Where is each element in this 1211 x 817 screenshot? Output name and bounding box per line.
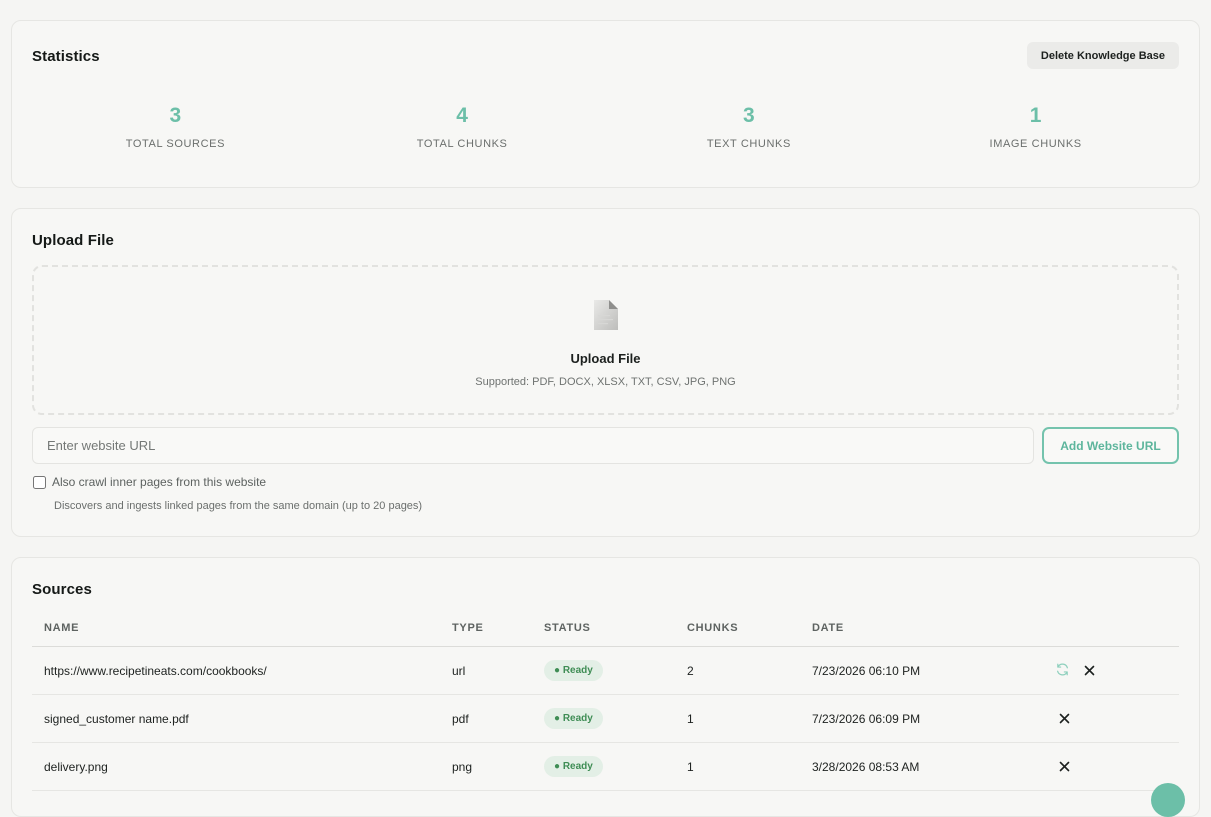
stats-row: 3 TOTAL SOURCES 4 TOTAL CHUNKS 3 TEXT CH… <box>32 103 1179 150</box>
statistics-title: Statistics <box>32 48 100 65</box>
source-name: delivery.png <box>44 759 108 774</box>
row-actions <box>1034 647 1179 694</box>
sources-table: NAME TYPE STATUS CHUNKS DATE https://www… <box>32 616 1179 791</box>
statistics-card: Statistics Delete Knowledge Base 3 TOTAL… <box>11 20 1200 188</box>
column-header-type: TYPE <box>452 622 484 634</box>
table-header: NAME TYPE STATUS CHUNKS DATE <box>32 616 1179 647</box>
floating-action-button[interactable] <box>1151 783 1185 817</box>
column-header-status: STATUS <box>544 622 591 634</box>
stat-image-chunks: 1 IMAGE CHUNKS <box>892 103 1179 150</box>
table-row: signed_customer name.pdf pdf ● Ready 1 7… <box>32 695 1179 743</box>
column-header-name: NAME <box>44 622 80 634</box>
source-type: url <box>452 663 466 678</box>
table-row: https://www.recipetineats.com/cookbooks/… <box>32 647 1179 695</box>
status-badge: ● Ready <box>544 708 603 729</box>
add-website-url-button[interactable]: Add Website URL <box>1042 427 1179 464</box>
stat-label: TOTAL CHUNKS <box>416 138 508 150</box>
source-type: pdf <box>452 711 469 726</box>
file-icon <box>593 300 618 330</box>
delete-icon[interactable] <box>1059 713 1070 724</box>
source-date: 7/23/2026 06:09 PM <box>812 711 921 726</box>
delete-icon[interactable] <box>1084 665 1095 676</box>
status-cell: ● Ready <box>544 708 687 729</box>
stat-text-chunks: 3 TEXT CHUNKS <box>606 103 893 150</box>
column-header-chunks: CHUNKS <box>687 622 739 634</box>
source-date: 3/28/2026 08:53 AM <box>812 759 920 774</box>
source-name: https://www.recipetineats.com/cookbooks/ <box>44 663 267 678</box>
status-badge: ● Ready <box>544 660 603 681</box>
crawl-label: Also crawl inner pages from this website <box>52 475 267 489</box>
source-chunks: 2 <box>687 663 694 678</box>
stat-label: TEXT CHUNKS <box>706 138 791 150</box>
stat-label: IMAGE CHUNKS <box>989 138 1082 150</box>
delete-knowledge-base-button[interactable]: Delete Knowledge Base <box>1026 42 1179 69</box>
stat-total-sources: 3 TOTAL SOURCES <box>32 103 319 150</box>
supported-formats: Supported: PDF, DOCX, XLSX, TXT, CSV, JP… <box>475 376 736 388</box>
status-badge: ● Ready <box>544 756 603 777</box>
crawl-inner-pages-checkbox[interactable] <box>33 475 46 489</box>
source-date: 7/23/2026 06:10 PM <box>812 663 921 678</box>
column-header-date: DATE <box>812 622 844 634</box>
table-row: delivery.png png ● Ready 1 3/28/2026 08:… <box>32 743 1179 791</box>
source-chunks: 1 <box>687 711 694 726</box>
source-type: png <box>452 759 473 774</box>
stat-value: 4 <box>456 104 468 127</box>
row-actions <box>1034 695 1179 742</box>
stat-value: 1 <box>1029 104 1042 127</box>
status-cell: ● Ready <box>544 756 687 777</box>
status-cell: ● Ready <box>544 660 687 681</box>
dropzone-title: Upload File <box>570 351 641 366</box>
crawl-help-text: Discovers and ingests linked pages from … <box>54 500 423 512</box>
stat-total-chunks: 4 TOTAL CHUNKS <box>319 103 606 150</box>
file-dropzone[interactable]: Upload File Supported: PDF, DOCX, XLSX, … <box>32 265 1179 415</box>
sources-title: Sources <box>32 581 92 598</box>
stat-value: 3 <box>743 104 755 127</box>
source-name: signed_customer name.pdf <box>44 711 189 726</box>
website-url-input[interactable] <box>32 427 1034 464</box>
stat-label: TOTAL SOURCES <box>125 138 226 150</box>
crawl-option[interactable]: Also crawl inner pages from this website <box>32 475 266 489</box>
sources-card: Sources NAME TYPE STATUS CHUNKS DATE htt… <box>11 557 1200 817</box>
stat-value: 3 <box>169 104 182 127</box>
row-actions <box>1034 743 1179 790</box>
source-chunks: 1 <box>687 759 694 774</box>
delete-icon[interactable] <box>1059 761 1070 772</box>
refresh-icon[interactable] <box>1055 662 1070 677</box>
upload-title: Upload File <box>32 232 114 249</box>
upload-card: Upload File Upload File Supported: PDF, … <box>11 208 1200 537</box>
